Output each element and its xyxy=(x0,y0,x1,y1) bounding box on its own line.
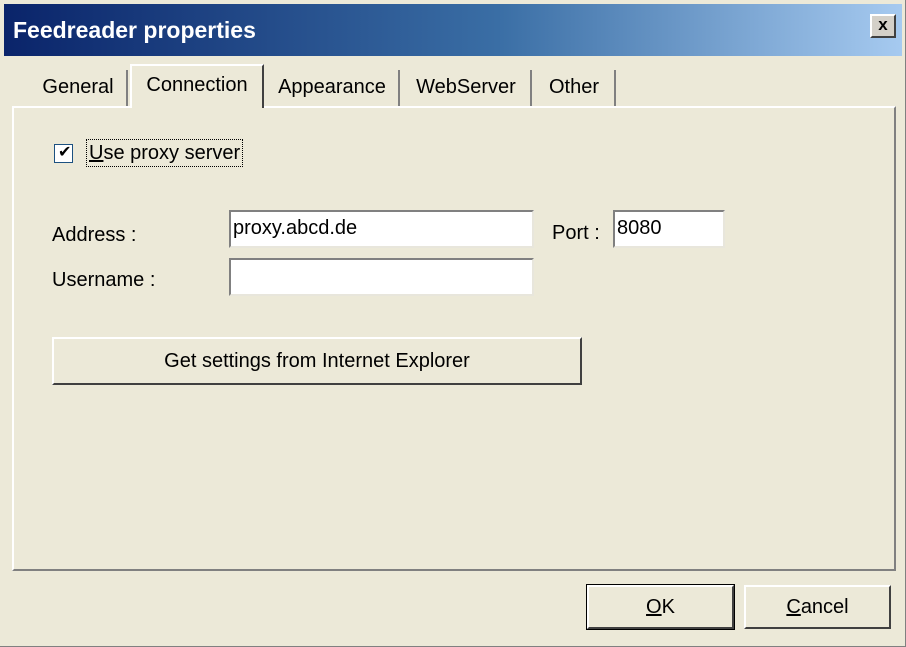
ok-label: K xyxy=(661,596,675,618)
tab-webserver[interactable]: WebServer xyxy=(402,70,532,108)
close-icon: x xyxy=(878,15,888,34)
ok-button[interactable]: OK xyxy=(586,584,735,630)
tab-label: General xyxy=(42,76,114,98)
tab-label: Appearance xyxy=(278,76,386,98)
port-field[interactable]: 8080 xyxy=(613,210,725,248)
get-ie-settings-button[interactable]: Get settings from Internet Explorer xyxy=(52,337,582,385)
tab-label: WebServer xyxy=(416,76,516,98)
close-button[interactable]: x xyxy=(870,14,896,38)
checkmark-icon: ✔ xyxy=(58,144,72,161)
address-value: proxy.abcd.de xyxy=(233,217,358,239)
cancel-label: ancel xyxy=(800,596,849,618)
address-field[interactable]: proxy.abcd.de xyxy=(229,210,534,248)
window-title: Feedreader properties xyxy=(13,17,256,43)
ok-mnemonic: O xyxy=(646,596,662,618)
properties-dialog: Feedreader properties x General Connecti… xyxy=(0,0,906,647)
use-proxy-label-text: se proxy server xyxy=(103,142,241,164)
tab-label: Other xyxy=(548,76,600,98)
tab-label: Connection xyxy=(146,74,248,96)
cancel-button[interactable]: Cancel xyxy=(744,585,891,629)
use-proxy-label[interactable]: Use proxy server xyxy=(86,139,244,167)
use-proxy-checkbox[interactable]: ✔ xyxy=(54,144,73,163)
tab-connection[interactable]: Connection xyxy=(130,64,264,108)
port-label: Port : xyxy=(552,222,600,244)
tab-appearance[interactable]: Appearance xyxy=(266,70,400,108)
tab-general[interactable]: General xyxy=(30,70,128,108)
username-label: Username : xyxy=(52,269,156,291)
username-field[interactable] xyxy=(229,258,534,296)
use-proxy-mnemonic: U xyxy=(89,142,104,164)
port-value: 8080 xyxy=(617,217,662,239)
address-label: Address : xyxy=(52,224,137,246)
title-bar[interactable]: Feedreader properties x xyxy=(4,4,902,56)
tab-other[interactable]: Other xyxy=(534,70,616,108)
get-ie-settings-label: Get settings from Internet Explorer xyxy=(164,350,470,372)
cancel-mnemonic: C xyxy=(786,596,801,618)
